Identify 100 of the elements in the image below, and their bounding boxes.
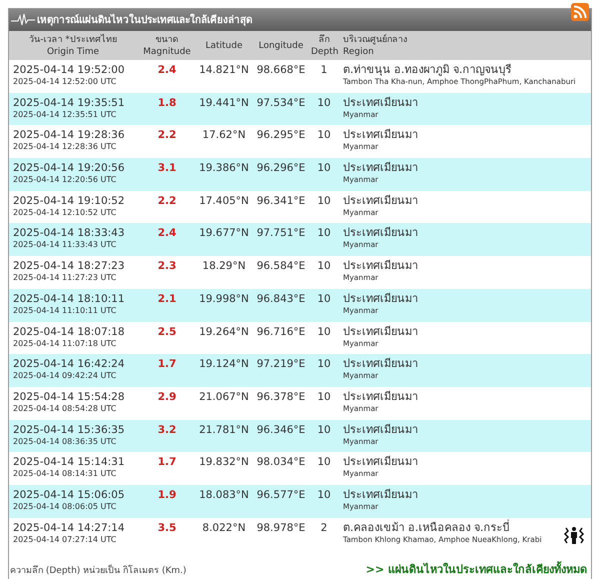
longitude: 98.978°E: [256, 522, 306, 534]
region-thai: ประเทศเมียนมา: [343, 96, 419, 110]
local-time: 2025-04-14 18:33:43: [13, 226, 126, 240]
magnitude: 3.5: [158, 522, 176, 534]
depth: 10: [317, 390, 331, 403]
local-time: 2025-04-14 18:07:18: [13, 324, 126, 338]
magnitude: 1.7: [158, 456, 176, 468]
latitude: 19.124°N: [199, 358, 249, 370]
magnitude: 3.1: [158, 162, 176, 174]
latitude: 19.832°N: [199, 456, 249, 468]
longitude: 98.034°E: [256, 456, 306, 468]
utc-time: 2025-04-14 12:20:56 UTC: [13, 175, 118, 186]
latitude: 18.29°N: [202, 260, 246, 272]
longitude: 96.716°E: [256, 326, 306, 338]
local-time: 2025-04-14 19:28:36: [13, 128, 126, 142]
longitude: 97.534°E: [256, 96, 306, 109]
region-thai: ประเทศเมียนมา: [343, 455, 419, 470]
utc-time: 2025-04-14 09:42:24 UTC: [13, 371, 118, 382]
column-header: ลึก: [318, 34, 330, 46]
local-time: 2025-04-14 19:52:00: [13, 63, 126, 77]
latitude: 14.821°N: [199, 64, 249, 76]
seismograph-icon: [11, 13, 35, 27]
column-header: Region: [343, 46, 375, 58]
local-time: 2025-04-14 19:20:56: [13, 161, 126, 176]
local-time: 2025-04-14 15:36:35: [13, 422, 126, 437]
utc-time: 2025-04-14 12:35:51 UTC: [13, 110, 118, 120]
magnitude: 1.9: [158, 488, 176, 501]
region-thai: ประเทศเมียนมา: [343, 422, 419, 437]
magnitude: 2.5: [158, 326, 176, 338]
latitude: 21.067°N: [199, 390, 249, 403]
magnitude: 2.1: [158, 292, 176, 305]
depth: 1: [320, 64, 328, 76]
magnitude: 2.2: [158, 194, 176, 207]
column-header: Origin Time: [46, 46, 100, 58]
depth: 10: [317, 227, 331, 240]
local-time: 2025-04-14 15:14:31: [13, 455, 126, 470]
column-header: Magnitude: [142, 46, 192, 58]
latitude: 17.405°N: [199, 194, 249, 207]
utc-time: 2025-04-14 08:36:35 UTC: [13, 436, 118, 447]
region-thai: ประเทศเมียนมา: [343, 357, 419, 372]
region-thai: ประเทศเมียนมา: [343, 259, 419, 274]
longitude: 97.219°E: [256, 358, 306, 370]
column-header: Longitude: [258, 40, 304, 52]
latitude: 18.083°N: [199, 488, 249, 501]
column-header: ขนาด: [154, 34, 180, 46]
latitude: 8.022°N: [202, 522, 246, 534]
longitude: 96.295°E: [256, 129, 306, 142]
local-time: 2025-04-14 15:06:05: [13, 488, 126, 502]
longitude: 98.668°E: [256, 64, 306, 76]
region-thai: ประเทศเมียนมา: [343, 488, 419, 502]
depth: 10: [317, 260, 331, 272]
utc-time: 2025-04-14 11:27:23 UTC: [13, 273, 118, 284]
column-header: วัน-เวลา *ประเทศไทย: [28, 34, 118, 46]
column-header: บริเวณศูนย์กลาง: [343, 34, 408, 46]
magnitude: 2.4: [158, 227, 176, 240]
rss-icon[interactable]: [571, 3, 589, 21]
region-thai: ต.คลองเขม้า อ.เหนือคลอง จ.กระบี่: [343, 520, 510, 535]
local-time: 2025-04-14 15:54:28: [13, 390, 126, 404]
region-thai: ประเทศเมียนมา: [343, 324, 419, 338]
utc-time: 2025-04-14 12:10:52 UTC: [13, 208, 118, 218]
longitude: 96.346°E: [256, 424, 306, 436]
magnitude: 2.2: [158, 129, 176, 142]
column-header: Latitude: [204, 40, 244, 52]
latitude: 19.441°N: [199, 96, 249, 109]
depth: 10: [317, 129, 331, 142]
column-header: Depth: [311, 46, 337, 58]
magnitude: 1.8: [158, 96, 176, 109]
depth: 10: [317, 292, 331, 305]
region-thai: ประเทศเมียนมา: [343, 390, 419, 404]
magnitude: 1.7: [158, 358, 176, 370]
utc-time: 2025-04-14 11:33:43 UTC: [13, 240, 118, 250]
utc-time: 2025-04-14 12:52:00 UTC: [13, 77, 118, 87]
utc-time: 2025-04-14 11:07:18 UTC: [13, 338, 118, 348]
region-thai: ประเทศเมียนมา: [343, 128, 419, 142]
magnitude: 2.3: [158, 260, 176, 272]
latitude: 17.62°N: [202, 129, 246, 142]
longitude: 96.577°E: [256, 488, 306, 501]
utc-time: 2025-04-14 11:10:11 UTC: [13, 306, 118, 316]
depth: 10: [317, 488, 331, 501]
utc-time: 2025-04-14 08:06:05 UTC: [13, 502, 118, 512]
local-time: 2025-04-14 19:10:52: [13, 194, 126, 208]
region-thai: ประเทศเมียนมา: [343, 161, 419, 176]
depth: 10: [317, 194, 331, 207]
local-time: 2025-04-14 18:10:11: [13, 292, 126, 306]
utc-time: 2025-04-14 12:28:36 UTC: [13, 142, 118, 152]
utc-time: 2025-04-14 08:14:31 UTC: [13, 469, 118, 480]
magnitude: 2.9: [158, 390, 176, 403]
longitude: 96.584°E: [256, 260, 306, 272]
depth: 10: [317, 162, 331, 174]
latitude: 19.677°N: [199, 227, 249, 240]
depth: 10: [317, 424, 331, 436]
utc-time: 2025-04-14 08:54:28 UTC: [13, 404, 118, 414]
panel-title: เหตุการณ์แผ่นดินไหวในประเทศและใกล้เคียงล่าสุด: [37, 12, 252, 28]
all-earthquakes-link[interactable]: >> แผ่นดินไหวในประเทศและใกล้เคียงทั้งหมด: [366, 562, 587, 578]
longitude: 96.296°E: [256, 162, 306, 174]
longitude: 96.341°E: [256, 194, 306, 207]
local-time: 2025-04-14 14:27:14: [13, 520, 126, 535]
depth: 2: [320, 522, 328, 534]
local-time: 2025-04-14 16:42:24: [13, 357, 126, 372]
region-thai: ประเทศเมียนมา: [343, 226, 419, 240]
